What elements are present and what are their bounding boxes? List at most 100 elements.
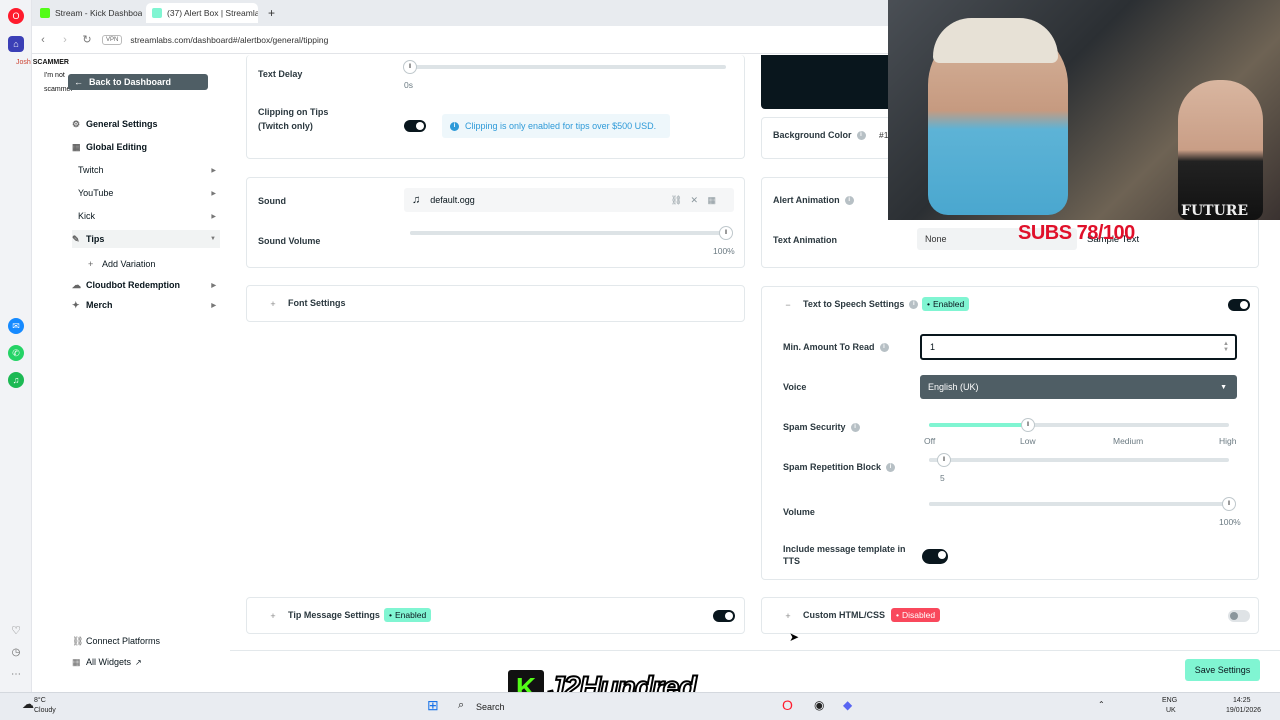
- forward-icon[interactable]: ›: [54, 34, 76, 46]
- min-amount-input[interactable]: 1 ▲ ▼: [920, 334, 1237, 360]
- info-icon[interactable]: i: [856, 130, 866, 140]
- messenger-icon[interactable]: ✉: [8, 318, 24, 334]
- slider-handle[interactable]: ‖: [937, 453, 951, 467]
- tts-toggle[interactable]: [1228, 299, 1250, 311]
- sidebar-item-label: General Settings: [86, 119, 158, 129]
- text-delay-slider[interactable]: ‖: [403, 60, 726, 74]
- sidebar-item-tips[interactable]: ✎ Tips ▼: [72, 230, 220, 248]
- info-icon[interactable]: i: [879, 342, 889, 352]
- url-field[interactable]: streamlabs.com/dashboard#/alertbox/gener…: [130, 35, 328, 45]
- slider-handle[interactable]: ‖: [1021, 418, 1035, 432]
- font-settings-card[interactable]: + Font Settings: [246, 285, 745, 322]
- tts-volume-slider[interactable]: ‖: [929, 497, 1236, 511]
- clock-time[interactable]: 14:25: [1233, 697, 1251, 704]
- info-icon[interactable]: i: [886, 462, 896, 472]
- close-icon[interactable]: ✕: [690, 195, 698, 206]
- slider-handle[interactable]: ‖: [403, 60, 417, 74]
- voice-select[interactable]: English (UK) ▼: [920, 375, 1237, 399]
- all-widgets-link[interactable]: ▦ All Widgets ↗: [72, 653, 220, 671]
- expand-icon[interactable]: +: [783, 611, 793, 621]
- expand-icon[interactable]: +: [268, 299, 278, 309]
- sidebar-item-cloudbot[interactable]: ☁ Cloudbot Redemption ▶: [72, 276, 220, 294]
- app-taskbar-icon[interactable]: ◉: [814, 698, 824, 712]
- link-icon[interactable]: ⛓: [671, 195, 682, 206]
- discord-taskbar-icon[interactable]: ◆: [843, 698, 852, 712]
- sidebar-item-global-editing[interactable]: ▦ Global Editing: [72, 138, 220, 156]
- spotify-icon[interactable]: ♫: [8, 372, 24, 388]
- more-icon[interactable]: ⋯: [8, 666, 24, 682]
- sound-volume-slider[interactable]: ‖: [410, 226, 733, 240]
- opera-logo-icon[interactable]: O: [8, 8, 24, 24]
- background-color-card: Background Color i #1: [761, 117, 891, 159]
- clipping-notice-text: Clipping is only enabled for tips over $…: [465, 121, 657, 131]
- spam-security-label: Spam Security: [783, 422, 846, 432]
- back-label: Back to Dashboard: [89, 77, 172, 87]
- taskbar-search-label[interactable]: Search: [476, 702, 505, 712]
- history-icon[interactable]: ◷: [8, 644, 24, 660]
- save-settings-button[interactable]: Save Settings: [1185, 659, 1260, 681]
- region-code[interactable]: UK: [1166, 707, 1176, 714]
- sidebar-item-youtube[interactable]: YouTube ▶: [72, 184, 220, 202]
- tip-message-toggle[interactable]: [713, 610, 735, 622]
- info-icon: i: [450, 121, 459, 131]
- tab-alert-box[interactable]: (37) Alert Box | Streamlab: [146, 3, 258, 23]
- status-badge: • Enabled: [922, 297, 970, 311]
- spam-security-row: Spam Security i: [783, 422, 860, 432]
- tab-bar: Stream - Kick Dashboard (37) Alert Box |…: [32, 0, 888, 26]
- status-badge: • Enabled: [384, 608, 432, 622]
- address-bar: ‹ › ↻ VPN streamlabs.com/dashboard#/aler…: [32, 26, 888, 54]
- spam-security-slider[interactable]: ‖: [929, 418, 1229, 432]
- caret-right-icon: ▶: [211, 213, 216, 220]
- new-tab-button[interactable]: +: [262, 3, 280, 23]
- search-icon[interactable]: ⌕: [458, 699, 464, 712]
- vpn-badge[interactable]: VPN: [102, 34, 123, 45]
- heart-icon[interactable]: ♡: [8, 622, 24, 638]
- back-to-dashboard-button[interactable]: ← Back to Dashboard: [68, 74, 208, 90]
- connect-platforms-link[interactable]: ⛓ Connect Platforms: [72, 632, 220, 650]
- chat-overlay-line1: Josh SCAMMER: [16, 59, 69, 66]
- tray-chevron-icon[interactable]: ⌃: [1098, 700, 1105, 709]
- info-icon[interactable]: i: [844, 195, 854, 205]
- home-icon[interactable]: ⌂: [8, 36, 24, 52]
- sidebar-item-twitch[interactable]: Twitch ▶: [72, 161, 220, 179]
- whatsapp-icon[interactable]: ✆: [8, 345, 24, 361]
- tip-message-card[interactable]: + Tip Message Settings • Enabled: [246, 597, 745, 634]
- tts-title-row: Text to Speech Settings i: [803, 299, 919, 309]
- template-toggle[interactable]: [922, 549, 948, 564]
- clipping-toggle[interactable]: [404, 120, 426, 132]
- sound-file-field[interactable]: ♫ default.ogg ⛓ ✕ ▦: [404, 188, 734, 212]
- status-badge: • Disabled: [891, 608, 941, 622]
- windows-start-icon[interactable]: ⊞: [427, 697, 439, 714]
- back-icon[interactable]: ‹: [32, 34, 54, 46]
- reload-icon[interactable]: ↻: [76, 33, 98, 46]
- spam-rep-slider[interactable]: ‖: [929, 453, 1229, 467]
- sidebar-item-merch[interactable]: ✦ Merch ▶: [72, 296, 220, 314]
- browser-sidebar-dock: O ⌂ ✉ ✆ ♫ ♡ ◷ ⋯: [0, 0, 32, 692]
- language-code[interactable]: ENG: [1162, 697, 1177, 704]
- sidebar-item-general-settings[interactable]: ⚙ General Settings: [72, 115, 220, 133]
- slider-handle[interactable]: ‖: [1222, 497, 1236, 511]
- custom-html-card[interactable]: + Custom HTML/CSS • Disabled: [761, 597, 1259, 634]
- streamlabs-favicon-icon: [152, 8, 162, 18]
- info-icon[interactable]: i: [909, 299, 919, 309]
- external-link-icon: ↗: [135, 657, 142, 667]
- add-variation-button[interactable]: + Add Variation: [72, 255, 220, 273]
- sound-file-name: default.ogg: [430, 195, 475, 205]
- sidebar-item-kick[interactable]: Kick ▶: [72, 207, 220, 225]
- stepper-icon[interactable]: ▲ ▼: [1223, 341, 1229, 353]
- slider-fill: [929, 423, 1028, 427]
- expand-icon[interactable]: +: [268, 611, 278, 621]
- tips-icon: ✎: [72, 233, 80, 244]
- info-icon[interactable]: i: [850, 422, 860, 432]
- opera-taskbar-icon[interactable]: O: [782, 697, 793, 713]
- music-note-icon: ♫: [412, 194, 421, 206]
- collapse-icon[interactable]: −: [783, 300, 793, 310]
- tab-kick-dashboard[interactable]: Stream - Kick Dashboard: [34, 3, 142, 23]
- widgets-label: All Widgets: [86, 657, 132, 667]
- slider-handle[interactable]: ‖: [719, 226, 733, 240]
- grid-icon[interactable]: ▦: [707, 195, 716, 206]
- clock-date[interactable]: 19/01/2026: [1226, 707, 1261, 714]
- settings-sidebar: Josh SCAMMER I'm not scammer ← Back to D…: [16, 55, 236, 680]
- custom-html-toggle[interactable]: [1228, 610, 1250, 622]
- background-color-row: Background Color i: [773, 130, 866, 140]
